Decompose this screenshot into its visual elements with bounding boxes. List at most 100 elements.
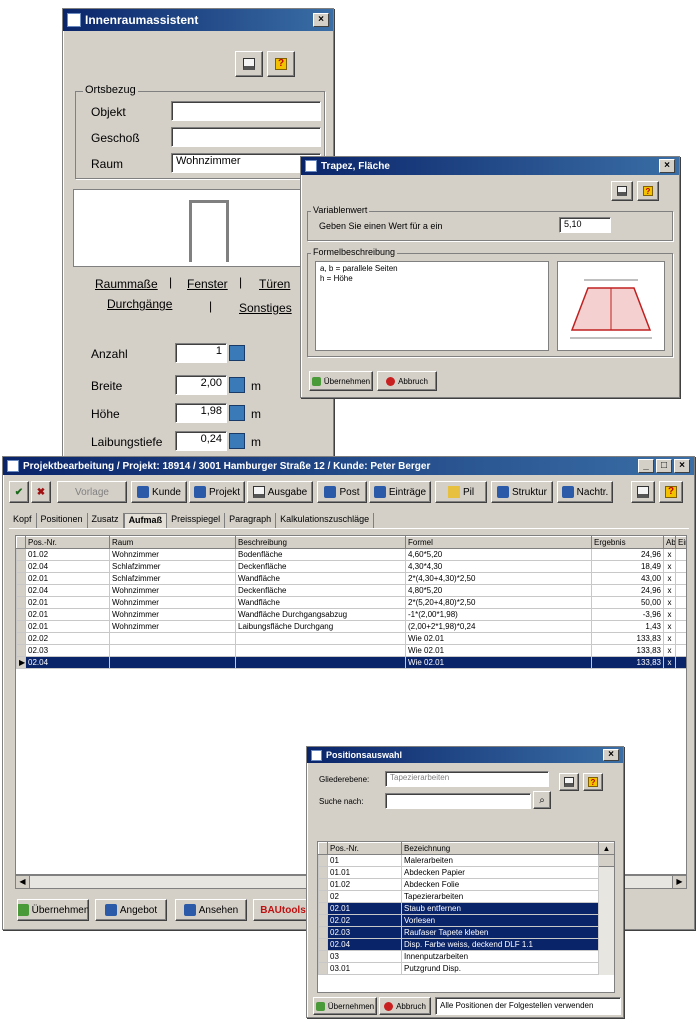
row-header[interactable]	[16, 596, 26, 609]
customer-button[interactable]: Kunde	[131, 481, 187, 503]
accept-button[interactable]: Übernehmen	[309, 371, 373, 391]
entries-button[interactable]: Einträge	[369, 481, 431, 503]
trapezoid-titlebar[interactable]: Trapez, Fläche ×	[301, 157, 679, 175]
row-header[interactable]	[318, 926, 328, 939]
use-subpositions-select[interactable]: Alle Positionen der Folgestellen verwend…	[435, 997, 621, 1015]
table-cell[interactable]: 1,43	[591, 620, 664, 633]
room-wizard-titlebar[interactable]: Innenraumassistent ×	[63, 9, 333, 31]
table-cell[interactable]	[675, 560, 686, 573]
list-item[interactable]: 02.04 Disp. Farbe weiss, deckend DLF 1.1	[318, 938, 614, 951]
table-cell[interactable]	[675, 620, 686, 633]
position-select-titlebar[interactable]: Positionsauswahl ×	[307, 747, 623, 763]
column-header[interactable]: Raum	[109, 536, 236, 549]
close-button[interactable]: ×	[603, 749, 619, 761]
print-button[interactable]	[235, 51, 263, 77]
list-item[interactable]: 03 Innenputzarbeiten	[318, 950, 614, 963]
width-field[interactable]: 2,00	[175, 375, 227, 395]
list-item[interactable]: 02.01 Staub entfernen	[318, 902, 614, 915]
minimize-button[interactable]: _	[638, 459, 654, 473]
template-button[interactable]: Vorlage	[57, 481, 127, 503]
row-header[interactable]	[16, 608, 26, 621]
tab-positions[interactable]: Positionen	[37, 513, 88, 528]
search-button[interactable]: ⌕	[533, 791, 551, 809]
table-cell[interactable]: 02.04	[327, 938, 402, 951]
table-cell[interactable]: Laibungsfläche Durchgang	[235, 620, 406, 633]
table-cell[interactable]	[109, 632, 236, 645]
table-row[interactable]: 02.01 Schlafzimmer Wandfläche 2*(4,30+4,30)…	[16, 572, 686, 585]
row-header[interactable]	[16, 632, 26, 645]
post-button[interactable]: Post	[317, 481, 367, 503]
table-cell[interactable]	[109, 656, 236, 669]
table-cell[interactable]: Raufaser Tapete kleben	[401, 926, 599, 939]
table-cell[interactable]: Abdecken Papier	[401, 866, 599, 879]
row-header[interactable]: ▶	[16, 656, 26, 669]
table-cell[interactable]: Wohnzimmer	[109, 548, 236, 561]
row-header[interactable]	[318, 854, 328, 867]
table-cell[interactable]: x	[663, 644, 676, 657]
table-cell[interactable]: 4,30*4,30	[405, 560, 592, 573]
table-cell[interactable]: 02.03	[327, 926, 402, 939]
table-cell[interactable]	[675, 584, 686, 597]
table-cell[interactable]: 02.01	[25, 620, 110, 633]
accept-button[interactable]: Übernehmen	[313, 997, 377, 1015]
row-header[interactable]	[16, 572, 26, 585]
table-cell[interactable]: Abdecken Folie	[401, 878, 599, 891]
table-cell[interactable]	[235, 656, 406, 669]
table-cell[interactable]: 01.02	[25, 548, 110, 561]
table-row[interactable]: 02.04 Wohnzimmer Deckenfläche 4,80*5,20 24,9…	[16, 584, 686, 597]
table-cell[interactable]: Wie 02.01	[405, 644, 592, 657]
scrollbar-track[interactable]	[598, 902, 614, 915]
bautools-button[interactable]: BAUtools	[253, 899, 313, 921]
table-cell[interactable]: 4,80*5,20	[405, 584, 592, 597]
column-header[interactable]: Ergebnis	[591, 536, 664, 549]
table-row[interactable]: 02.03 Wie 02.01 133,83 x	[16, 644, 686, 657]
floor-field[interactable]	[171, 127, 321, 147]
project-titlebar[interactable]: Projektbearbeitung / Projekt: 18914 / 30…	[3, 457, 694, 475]
table-cell[interactable]: Schlafzimmer	[109, 572, 236, 585]
table-cell[interactable]: 02.02	[327, 914, 402, 927]
table-cell[interactable]: 01.02	[327, 878, 402, 891]
structure-button[interactable]: Struktur	[491, 481, 553, 503]
table-cell[interactable]: 01.01	[327, 866, 402, 879]
scroll-left-button[interactable]: ◀	[16, 876, 30, 888]
scrollbar-track[interactable]	[598, 962, 614, 975]
table-cell[interactable]	[675, 608, 686, 621]
table-cell[interactable]: Wohnzimmer	[109, 620, 236, 633]
table-cell[interactable]: (2,00+2*1,98)*0,24	[405, 620, 592, 633]
table-cell[interactable]: 02.04	[25, 560, 110, 573]
table-cell[interactable]: Wohnzimmer	[109, 584, 236, 597]
table-row[interactable]: 02.01 Wohnzimmer Laibungsfläche Durchgang(…	[16, 620, 686, 633]
close-button[interactable]: ×	[313, 13, 329, 27]
table-cell[interactable]: 4,60*5,20	[405, 548, 592, 561]
table-cell[interactable]: x	[663, 596, 676, 609]
width-spin-button[interactable]	[229, 377, 245, 393]
value-input[interactable]: 5,10	[559, 217, 611, 233]
help-button[interactable]: ?	[583, 773, 603, 791]
row-header[interactable]	[318, 950, 328, 963]
table-cell[interactable]	[235, 644, 406, 657]
table-cell[interactable]: x	[663, 584, 676, 597]
table-cell[interactable]	[675, 596, 686, 609]
table-cell[interactable]: 133,83	[591, 656, 664, 669]
list-item[interactable]: 03.01 Putzgrund Disp.	[318, 962, 614, 975]
row-header[interactable]	[318, 962, 328, 975]
table-cell[interactable]: 2*(4,30+4,30)*2,50	[405, 572, 592, 585]
table-cell[interactable]	[675, 644, 686, 657]
print-button[interactable]	[611, 181, 633, 201]
scrollbar-track[interactable]	[598, 890, 614, 903]
height-spin-button[interactable]	[229, 405, 245, 421]
table-cell[interactable]: x	[663, 548, 676, 561]
table-row[interactable]: ▶ 02.04 Wie 02.01 133,83 x	[16, 656, 686, 669]
list-item[interactable]: 01.01 Abdecken Papier	[318, 866, 614, 879]
output-button[interactable]: Ausgabe	[247, 481, 313, 503]
search-input[interactable]	[385, 793, 531, 809]
list-item[interactable]: 02 Tapezierarbeiten	[318, 890, 614, 903]
table-cell[interactable]: 02.04	[25, 656, 110, 669]
table-cell[interactable]	[675, 572, 686, 585]
room-field[interactable]: Wohnzimmer	[171, 153, 321, 173]
table-cell[interactable]: 03	[327, 950, 402, 963]
table-cell[interactable]: x	[663, 656, 676, 669]
list-item[interactable]: 02.02 Vorlesen	[318, 914, 614, 927]
table-row[interactable]: 02.01 Wohnzimmer Wandfläche 2*(5,20+4,80)*2…	[16, 596, 686, 609]
scrollbar-track[interactable]	[598, 926, 614, 939]
